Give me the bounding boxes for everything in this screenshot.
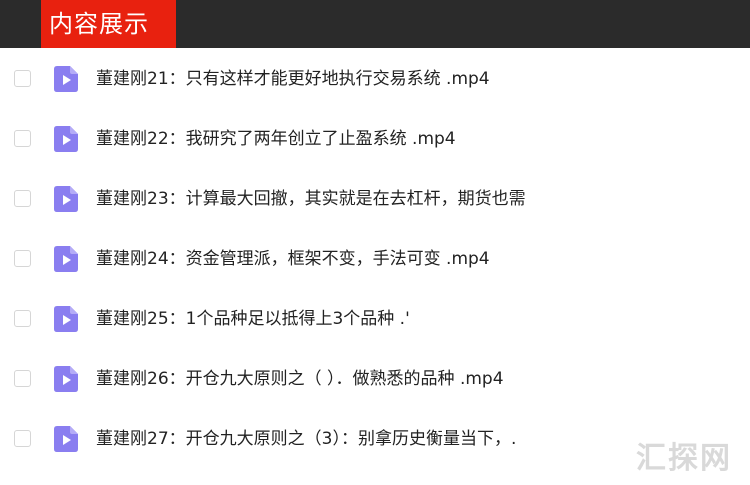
file-row[interactable]: 董建刚24：资金管理派，框架不变，手法可变 .mp4 — [0, 228, 750, 288]
file-name[interactable]: 董建刚26：开仓九大原则之（ ）．做熟悉的品种 .mp4 — [96, 367, 504, 391]
select-checkbox[interactable] — [14, 370, 31, 387]
video-file-icon — [54, 306, 78, 332]
select-checkbox[interactable] — [14, 130, 31, 147]
file-name[interactable]: 董建刚24：资金管理派，框架不变，手法可变 .mp4 — [96, 247, 490, 271]
file-row[interactable]: 董建刚21：只有这样才能更好地执行交易系统 .mp4 — [0, 48, 750, 108]
video-file-icon — [54, 66, 78, 92]
watermark: 汇探网 — [636, 441, 732, 476]
video-file-icon — [54, 126, 78, 152]
file-name[interactable]: 董建刚21：只有这样才能更好地执行交易系统 .mp4 — [96, 67, 490, 91]
tab-content-display[interactable]: 内容展示 — [41, 0, 176, 48]
file-name[interactable]: 董建刚25：1个品种足以抵得上3个品种 .' — [96, 307, 410, 331]
video-file-icon — [54, 186, 78, 212]
video-file-icon — [54, 426, 78, 452]
video-file-icon — [54, 366, 78, 392]
top-bar: 内容展示 — [0, 0, 750, 48]
file-name[interactable]: 董建刚22：我研究了两年创立了止盈系统 .mp4 — [96, 127, 456, 151]
file-row[interactable]: 董建刚25：1个品种足以抵得上3个品种 .' — [0, 288, 750, 348]
file-list: 董建刚21：只有这样才能更好地执行交易系统 .mp4 董建刚22：我研究了两年创… — [0, 48, 750, 468]
file-row[interactable]: 董建刚23：计算最大回撤，其实就是在去杠杆，期货也需 — [0, 168, 750, 228]
select-checkbox[interactable] — [14, 310, 31, 327]
file-name[interactable]: 董建刚23：计算最大回撤，其实就是在去杠杆，期货也需 — [96, 187, 526, 211]
select-checkbox[interactable] — [14, 250, 31, 267]
video-file-icon — [54, 246, 78, 272]
file-name[interactable]: 董建刚27：开仓九大原则之（3）：别拿历史衡量当下，. — [96, 427, 516, 451]
file-row[interactable]: 董建刚26：开仓九大原则之（ ）．做熟悉的品种 .mp4 — [0, 348, 750, 408]
select-checkbox[interactable] — [14, 70, 31, 87]
select-checkbox[interactable] — [14, 190, 31, 207]
file-row[interactable]: 董建刚22：我研究了两年创立了止盈系统 .mp4 — [0, 108, 750, 168]
select-checkbox[interactable] — [14, 430, 31, 447]
